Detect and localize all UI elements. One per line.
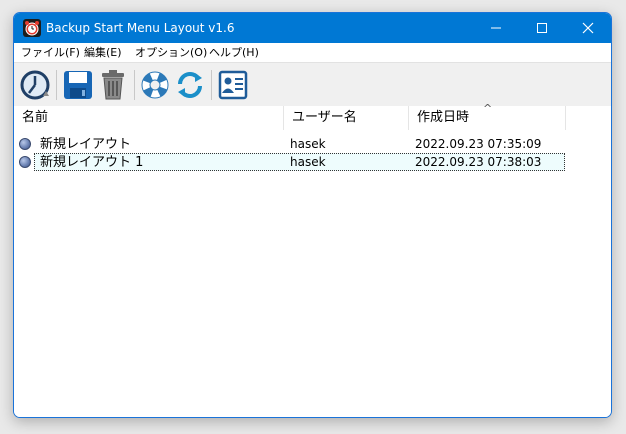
delete-button[interactable] xyxy=(97,69,129,101)
menu-bar: ファイル(F) 編集(E) オプション(O) ヘルプ(H) xyxy=(14,43,611,62)
backup-clock-icon xyxy=(20,70,50,100)
list-item[interactable]: 新規レイアウト hasek 2022.09.23 07:35:09 xyxy=(14,135,611,154)
save-button[interactable] xyxy=(62,69,94,101)
maximize-button[interactable] xyxy=(519,13,565,43)
column-header-name[interactable]: 名前 xyxy=(14,106,284,130)
layout-orb-icon xyxy=(19,138,31,150)
minimize-icon xyxy=(491,27,501,29)
toolbar-separator xyxy=(211,70,212,100)
menu-options[interactable]: オプション(O) xyxy=(135,46,207,60)
menu-file[interactable]: ファイル(F) xyxy=(21,46,80,60)
list-item-selected[interactable]: 新規レイアウト 1 hasek 2022.09.23 07:38:03 xyxy=(14,153,611,172)
app-window: Backup Start Menu Layout v1.6 ファイル(F) 編集… xyxy=(13,12,612,418)
properties-button[interactable] xyxy=(217,69,249,101)
sort-ascending-icon: ^ xyxy=(483,102,493,115)
close-button[interactable] xyxy=(565,13,611,43)
menu-edit[interactable]: 編集(E) xyxy=(84,46,122,60)
backup-button[interactable] xyxy=(19,69,51,101)
window-title: Backup Start Menu Layout v1.6 xyxy=(46,21,235,35)
refresh-icon xyxy=(178,72,202,98)
item-user: hasek xyxy=(290,137,326,151)
restore-button[interactable] xyxy=(139,69,171,101)
toolbar-separator xyxy=(56,70,57,100)
close-icon xyxy=(582,22,594,34)
title-bar[interactable]: Backup Start Menu Layout v1.6 xyxy=(14,13,611,43)
lifebuoy-icon xyxy=(141,71,169,99)
menu-help[interactable]: ヘルプ(H) xyxy=(209,46,259,60)
contact-card-icon xyxy=(218,70,248,100)
column-header-user[interactable]: ユーザー名 xyxy=(284,106,409,130)
app-alarm-clock-icon xyxy=(23,19,41,37)
item-date: 2022.09.23 07:38:03 xyxy=(415,155,542,169)
minimize-button[interactable] xyxy=(473,13,519,43)
toolbar xyxy=(14,62,611,106)
list-header: 名前 ユーザー名 作成日時 ^ xyxy=(14,102,611,130)
trash-icon xyxy=(102,70,124,100)
maximize-icon xyxy=(537,23,547,33)
layout-orb-icon xyxy=(19,156,31,168)
layout-list[interactable]: 名前 ユーザー名 作成日時 ^ 新規レイアウト hasek 2022.09.23… xyxy=(14,102,611,417)
toolbar-separator xyxy=(134,70,135,100)
refresh-button[interactable] xyxy=(174,69,206,101)
item-date: 2022.09.23 07:35:09 xyxy=(415,137,542,151)
save-icon xyxy=(64,71,92,99)
item-name: 新規レイアウト 1 xyxy=(40,155,144,170)
item-user: hasek xyxy=(290,155,326,169)
item-name: 新規レイアウト xyxy=(40,137,132,152)
